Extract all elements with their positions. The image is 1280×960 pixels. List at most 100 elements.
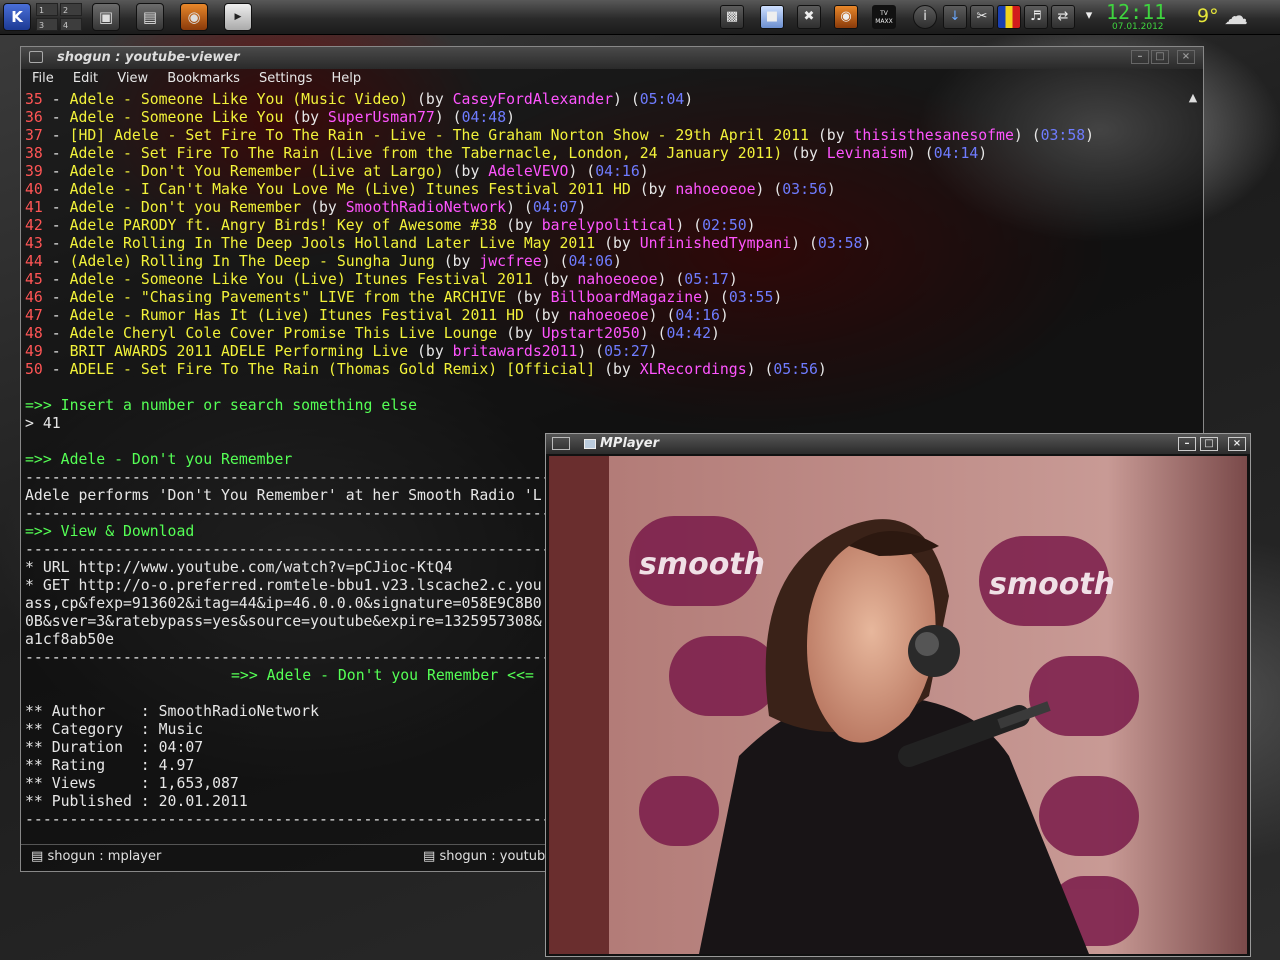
result-item[interactable]: 42 - Adele PARODY ft. Angry Birds! Key o… — [25, 217, 756, 235]
result-punctuation: (by — [506, 289, 551, 306]
download-icon[interactable]: ↓ — [943, 5, 967, 29]
result-duration: 03:58 — [817, 235, 863, 252]
monitor-icon[interactable]: ▩ — [720, 5, 744, 29]
minimize-button[interactable]: – — [1131, 50, 1149, 64]
result-punctuation: (by — [301, 199, 346, 216]
tab-mplayer[interactable]: ▤ shogun : mplayer — [31, 849, 161, 864]
firefox-icon[interactable]: ◉ — [180, 3, 208, 31]
close-button[interactable]: × — [1177, 50, 1195, 64]
get-line: * GET http://o-o.preferred.romtele-bbu1.… — [25, 577, 542, 594]
result-punctuation: ) — [1085, 127, 1095, 144]
menu-help[interactable]: Help — [331, 71, 361, 86]
weather-temperature[interactable]: 9° — [1197, 5, 1219, 27]
result-punctuation: ) — [746, 217, 756, 234]
result-author: nahoeoeoe — [568, 307, 649, 324]
mplayer-title: MPlayer — [600, 436, 659, 451]
result-punctuation: ) — [862, 235, 872, 252]
chevron-down-icon[interactable]: ▾ — [1077, 5, 1101, 29]
maximize-button[interactable]: □ — [1200, 437, 1218, 451]
close-button[interactable]: × — [1228, 437, 1246, 451]
result-item[interactable]: 39 - Adele - Don't You Remember (Live at… — [25, 163, 649, 181]
result-punctuation: ) ( — [568, 163, 596, 180]
pager-desktop-2[interactable]: 2 — [60, 3, 82, 16]
result-item[interactable]: 49 - BRIT AWARDS 2011 ADELE Performing L… — [25, 343, 658, 361]
flag-icon[interactable] — [997, 5, 1021, 29]
video-frame[interactable]: smooth smooth — [549, 456, 1247, 954]
tools-icon[interactable]: ✖ — [797, 5, 821, 29]
result-item[interactable]: 35 - Adele - Someone Like You (Music Vid… — [25, 91, 693, 109]
result-author: thisisthesanesofme — [853, 127, 1014, 144]
result-number: 37 — [25, 127, 43, 144]
info-label: ** Rating : — [25, 757, 150, 774]
info-icon[interactable]: i — [913, 5, 937, 29]
result-item[interactable]: 48 - Adele Cheryl Cole Cover Promise Thi… — [25, 325, 720, 343]
maximize-button[interactable]: □ — [1151, 50, 1169, 64]
result-punctuation: ) — [728, 271, 738, 288]
result-item[interactable]: 40 - Adele - I Can't Make You Love Me (L… — [25, 181, 836, 199]
result-author: CaseyFordAlexander — [452, 91, 613, 108]
result-author: Upstart2050 — [541, 325, 640, 342]
file-manager-icon[interactable]: ▤ — [136, 3, 164, 31]
result-punctuation: - — [42, 361, 70, 378]
menu-view[interactable]: View — [117, 71, 148, 86]
result-item[interactable]: 47 - Adele - Rumor Has It (Live) Itunes … — [25, 307, 729, 325]
result-item[interactable]: 36 - Adele - Someone Like You (by SuperU… — [25, 109, 515, 127]
result-item[interactable]: 44 - (Adele) Rolling In The Deep - Sungh… — [25, 253, 622, 271]
result-item[interactable]: 50 - ADELE - Set Fire To The Rain (Thoma… — [25, 361, 827, 379]
pager-desktop-1[interactable]: 1 — [36, 3, 58, 16]
menu-bookmarks[interactable]: Bookmarks — [167, 71, 240, 86]
tab-label: shogun : mplayer — [47, 849, 162, 864]
volume-icon[interactable]: ♬ — [1024, 5, 1048, 29]
menu-bar: File Edit View Bookmarks Settings Help — [21, 69, 1203, 89]
result-punctuation: ) ( — [577, 343, 605, 360]
result-item[interactable]: 43 - Adele Rolling In The Deep Jools Hol… — [25, 235, 871, 253]
result-duration: 05:56 — [773, 361, 818, 378]
menu-settings[interactable]: Settings — [259, 71, 312, 86]
result-author: SuperUsman77 — [327, 109, 435, 126]
menu-edit[interactable]: Edit — [73, 71, 98, 86]
result-punctuation: - — [42, 289, 70, 306]
window-menu-icon[interactable] — [552, 437, 570, 450]
result-punctuation: ) — [711, 325, 720, 342]
terminal-titlebar[interactable]: shogun : youtube-viewer – □ × — [21, 47, 1203, 69]
result-title: Adele - I Can't Make You Love Me (Live) … — [69, 181, 631, 198]
desktop-pager[interactable]: 1 2 3 4 — [36, 2, 84, 32]
pager-desktop-3[interactable]: 3 — [36, 18, 58, 31]
result-item[interactable]: 45 - Adele - Someone Like You (Live) Itu… — [25, 271, 738, 289]
package-icon[interactable]: ■ — [760, 5, 784, 29]
result-punctuation: - — [42, 217, 70, 234]
window-menu-icon[interactable] — [29, 51, 43, 63]
terminal-tab-icon: ▤ — [31, 849, 44, 864]
kde-menu-icon[interactable]: K — [3, 3, 31, 31]
minimize-button[interactable]: – — [1178, 437, 1196, 451]
scissors-icon[interactable]: ✂ — [970, 5, 994, 29]
tab-youtube-viewer[interactable]: ▤ shogun : youtub — [423, 849, 545, 864]
result-punctuation: ) ( — [755, 181, 783, 198]
info-author: ** Author : SmoothRadioNetwork — [25, 703, 319, 721]
result-item[interactable]: 37 - [HD] Adele - Set Fire To The Rain -… — [25, 127, 1094, 145]
scroll-up-icon[interactable]: ▲ — [1189, 91, 1197, 104]
menu-file[interactable]: File — [32, 71, 54, 86]
network-icon[interactable]: ⇄ — [1051, 5, 1075, 29]
weather-cloud-icon[interactable]: ☁ — [1224, 2, 1248, 30]
result-punctuation: ) — [773, 289, 783, 306]
pager-desktop-4[interactable]: 4 — [60, 18, 82, 31]
clock-time[interactable]: 12:11 — [1106, 0, 1166, 24]
result-punctuation: - — [42, 271, 70, 288]
result-item[interactable]: 38 - Adele - Set Fire To The Rain (Live … — [25, 145, 987, 163]
result-title: Adele - "Chasing Pavements" LIVE from th… — [69, 289, 507, 306]
url-line[interactable]: * URL http://www.youtube.com/watch?v=pCJ… — [25, 559, 453, 577]
result-punctuation: (by — [283, 109, 328, 126]
tv-icon[interactable]: TV MAXX — [872, 5, 896, 29]
mplayer-titlebar[interactable]: MPlayer – □ × — [546, 434, 1250, 454]
result-punctuation: (by — [808, 127, 854, 144]
mplayer-icon[interactable]: ▶ — [224, 3, 252, 31]
view-download-header: =>> View & Download — [25, 523, 194, 541]
result-item[interactable]: 46 - Adele - "Chasing Pavements" LIVE fr… — [25, 289, 782, 307]
input-line[interactable]: > 41 — [25, 415, 61, 433]
firefox-tray-icon[interactable]: ◉ — [834, 5, 858, 29]
info-published: ** Published : 20.01.2011 — [25, 793, 248, 811]
result-item[interactable]: 41 - Adele - Don't you Remember (by Smoo… — [25, 199, 586, 217]
result-duration: 04:16 — [675, 307, 720, 324]
terminal-icon[interactable]: ▣ — [92, 3, 120, 31]
